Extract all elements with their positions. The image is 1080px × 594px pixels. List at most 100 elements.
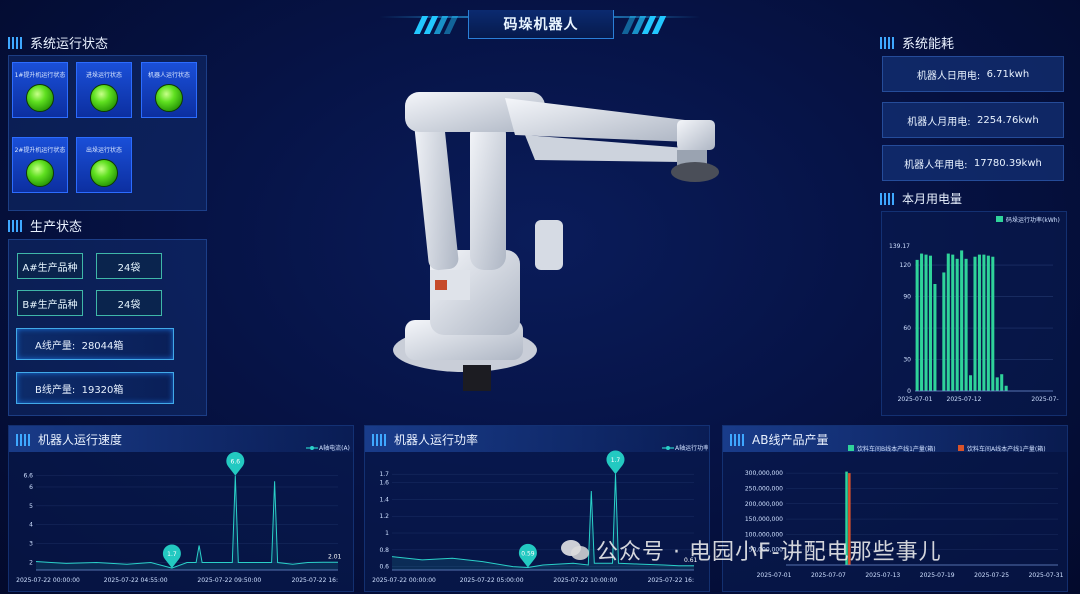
x-tick-label: 2025-07-22 16: (648, 577, 694, 584)
y-tick-label: 1 (385, 530, 389, 537)
bar (1000, 374, 1004, 391)
section-bars-icon (8, 36, 22, 49)
y-tick-label: 300,000,000 (745, 470, 783, 477)
bar (942, 272, 946, 391)
production-title: 生产状态 (8, 216, 82, 235)
product-b-value: 24袋 (96, 290, 162, 316)
energy-daily-label: 机器人日用电: (916, 70, 981, 82)
legend-label: 码垛运行功率(kWh) (1006, 216, 1060, 224)
y-tick-label: 60 (903, 325, 911, 332)
y-tick-label: 120 (900, 262, 912, 269)
y-tick-label: 3 (29, 541, 33, 548)
status-card-label: 2#提升机运行状态 (14, 147, 66, 154)
status-card-infeed[interactable]: 进垛运行状态 (76, 62, 132, 118)
output-a-value: 28044箱 (81, 340, 124, 352)
x-tick-label: 2025-07-22 16: (292, 577, 338, 584)
x-tick-label: 2025-07-12 (947, 396, 982, 403)
status-led-icon (26, 159, 54, 187)
y-tick-label: 6.6 (23, 473, 33, 480)
bar (982, 254, 986, 391)
status-card-outfeed[interactable]: 出垛运行状态 (76, 137, 132, 193)
product-a-value: 24袋 (96, 253, 162, 279)
output-a-label: A线产量: (35, 340, 76, 352)
bar (969, 375, 973, 391)
x-tick-label: 2025-07-31 (1029, 572, 1064, 579)
bar (920, 253, 924, 391)
status-card-lift1[interactable]: 1#提升机运行状态 (12, 62, 68, 118)
bar (955, 258, 959, 391)
series-area (36, 475, 338, 570)
status-card-label: 出垛运行状态 (85, 147, 122, 154)
system-status-title: 系统运行状态 (8, 33, 108, 52)
header: 码垛机器人 (380, 10, 700, 40)
bar (960, 250, 964, 391)
x-tick-label: 2025-07-22 00:00:00 (16, 577, 80, 584)
legend-marker (310, 446, 314, 450)
legend-label: 饮料车间B线本产线1产量(箱) (857, 445, 936, 453)
status-led-icon (155, 84, 183, 112)
marker-label: 1.7 (611, 457, 621, 464)
status-card-robot[interactable]: 机器人运行状态 (141, 62, 197, 118)
production-title-text: 生产状态 (30, 220, 83, 235)
energy-monthly: 机器人月用电: 2254.76kwh (882, 102, 1064, 138)
header-stripes-right (621, 16, 674, 34)
x-tick-label: 2025-07-01 (898, 396, 933, 403)
energy-yearly: 机器人年用电: 17780.39kwh (882, 145, 1064, 181)
x-tick-label: 2025-07-25 (974, 572, 1009, 579)
status-led-icon (90, 159, 118, 187)
energy-daily: 机器人日用电: 6.71kwh (882, 56, 1064, 92)
x-tick-label: 2025-07-13 (865, 572, 900, 579)
y-tick-label: 5 (29, 503, 33, 510)
output-b-value: 19320箱 (81, 384, 124, 396)
y-tick-label: 200,000,000 (745, 501, 783, 508)
legend-marker (666, 446, 670, 450)
section-bars-icon (880, 36, 894, 49)
watermark: 公众号 · 电园小F-讲配电那些事儿 (560, 534, 942, 566)
status-card-label: 1#提升机运行状态 (14, 72, 66, 79)
energy-yearly-label: 机器人年用电: (904, 159, 968, 171)
bar (973, 256, 977, 391)
x-tick-label: 2025-07-22 10:00:00 (553, 577, 617, 584)
y-max-label: 139.17 (889, 243, 910, 250)
monthly-title: 本月用电量 (880, 190, 962, 207)
y-tick-label: 250,000,000 (745, 485, 783, 492)
y-tick-label: 150,000,000 (745, 516, 783, 523)
bar (964, 258, 968, 391)
status-card-lift2[interactable]: 2#提升机运行状态 (12, 137, 68, 193)
section-bars-icon (880, 192, 894, 205)
y-tick-label: 6 (29, 484, 33, 491)
x-tick-label: 2025-07-19 (920, 572, 955, 579)
output-b: B线产量: 19320箱 (16, 372, 174, 404)
output-a: A线产量: 28044箱 (16, 328, 174, 360)
energy-monthly-value: 2254.76kwh (977, 114, 1039, 126)
robot-illustration (393, 92, 719, 391)
header-stripes-left (413, 16, 466, 34)
page-title: 码垛机器人 (468, 10, 614, 39)
x-tick-label: 2025-07-01 (757, 572, 792, 579)
x-tick-label: 2025-07-22 09:50:00 (197, 577, 261, 584)
status-led-icon (90, 84, 118, 112)
end-label: 2.01 (328, 553, 342, 560)
bar (1004, 385, 1008, 391)
bar (928, 255, 933, 391)
output-b-label: B线产量: (35, 384, 76, 396)
monthly-energy-chart: 码垛运行功率(kWh) 139.17 0 30 60 90 120 2025-07-01 202… (889, 216, 1060, 403)
legend-swatch (996, 216, 1003, 222)
product-a-name: A#生产品种 (17, 253, 83, 279)
bar (977, 254, 981, 391)
energy-title: 系统能耗 (880, 33, 954, 52)
speed-chart: A轴电流(A) 2 3 4 5 6 6.6 2025-07-22 00:00:00 2025-0… (16, 444, 350, 584)
status-card-label: 机器人运行状态 (147, 72, 190, 79)
monthly-title-text: 本月用电量 (902, 192, 963, 206)
watermark-text: 公众号 · 电园小F-讲配电那些事儿 (596, 540, 942, 565)
y-tick-label: 4 (29, 522, 33, 529)
y-tick-label: 90 (903, 294, 911, 301)
bar (933, 283, 937, 391)
y-tick-label: 1.7 (379, 471, 389, 478)
y-tick-label: 30 (903, 357, 911, 364)
y-tick-label: 1.2 (379, 513, 389, 520)
y-tick-label: 1.4 (379, 496, 389, 503)
bar (991, 256, 995, 391)
marker-label: 6.6 (231, 459, 241, 466)
y-tick-label: 2 (29, 559, 33, 566)
